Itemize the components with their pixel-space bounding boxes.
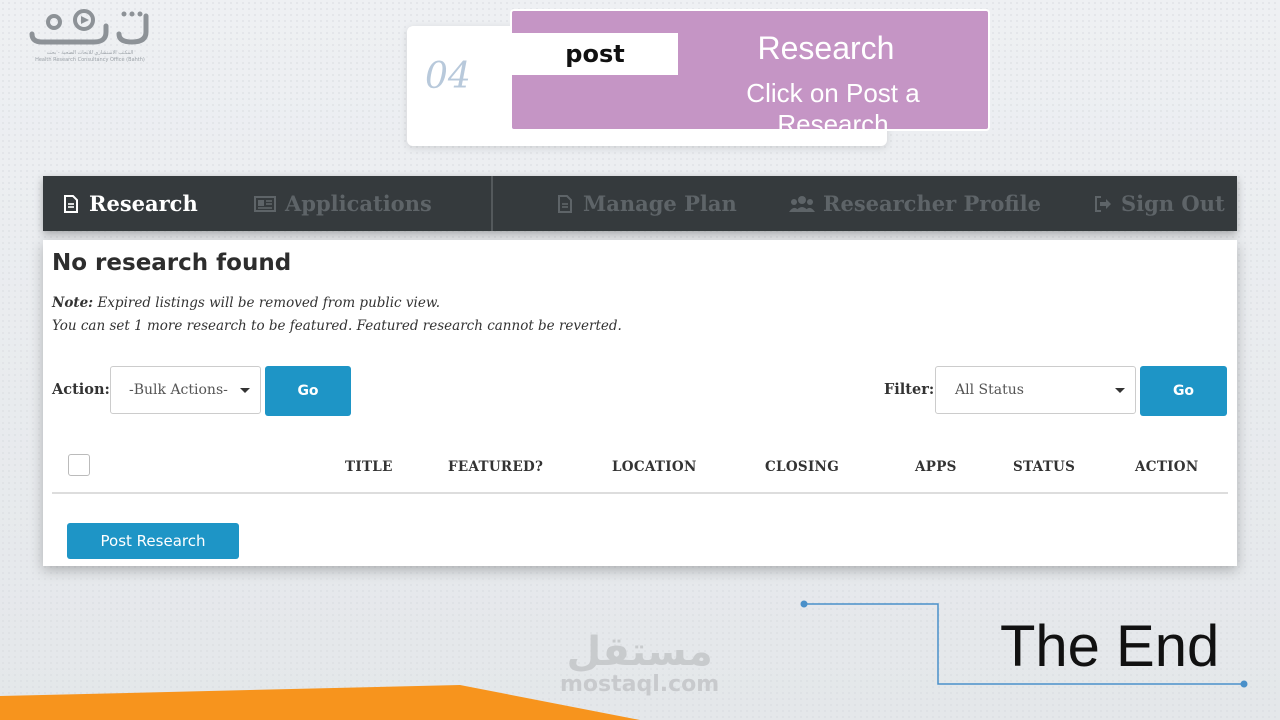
step-subtitle: Click on Post a Research	[746, 78, 920, 139]
select-all-checkbox[interactable]	[68, 454, 90, 476]
step-keyword: post	[512, 33, 678, 75]
logo-mark-icon	[29, 9, 149, 45]
step-title: Research	[757, 30, 895, 66]
column-featured[interactable]: FEATURED?	[448, 459, 543, 475]
post-research-button[interactable]: Post Research	[67, 523, 239, 559]
document-icon	[558, 194, 572, 213]
column-title[interactable]: TITLE	[345, 459, 393, 475]
logo-tagline-arabic: المكتب الاستشاري للأبحاث الصحية - بحث	[46, 50, 134, 56]
nav-item-applications[interactable]: Applications	[253, 176, 432, 231]
nav-label-applications: Applications	[285, 191, 432, 216]
table-header: TITLE FEATURED? LOCATION CLOSING APPS ST…	[52, 452, 1228, 494]
the-end-text: The End	[1000, 614, 1220, 679]
bulk-actions-value: -Bulk Actions-	[129, 382, 228, 398]
action-label: Action:	[52, 381, 110, 398]
research-panel: No research found Note: Expired listings…	[43, 240, 1237, 566]
nav-item-manage-plan[interactable]: Manage Plan	[555, 176, 737, 231]
column-action[interactable]: ACTION	[1135, 459, 1198, 475]
watermark-arabic: مستقل	[566, 629, 713, 675]
top-nav: Research Applications Manage Plan Resear…	[43, 176, 1237, 231]
status-filter-select[interactable]: All Status	[935, 366, 1136, 414]
nav-label-manage-plan: Manage Plan	[583, 191, 737, 216]
nav-item-research[interactable]: Research	[61, 176, 198, 231]
logo-tagline: المكتب الاستشاري للأبحاث الصحية - بحث He…	[10, 50, 170, 64]
nav-item-sign-out[interactable]: Sign Out	[1093, 176, 1225, 231]
sign-out-icon	[1095, 195, 1111, 212]
bulk-go-button[interactable]: Go	[265, 366, 351, 416]
nav-label-research: Research	[89, 191, 198, 216]
column-closing[interactable]: CLOSING	[765, 459, 839, 475]
bahth-logo: المكتب الاستشاري للأبحاث الصحية - بحث He…	[10, 6, 170, 64]
chevron-down-icon	[240, 388, 250, 393]
chevron-down-icon	[1115, 388, 1125, 393]
note-label: Note:	[52, 295, 94, 311]
column-status[interactable]: STATUS	[1013, 459, 1075, 475]
note-text: Note: Expired listings will be removed f…	[52, 292, 622, 338]
bulk-actions-select[interactable]: -Bulk Actions-	[110, 366, 261, 414]
column-apps[interactable]: APPS	[915, 459, 957, 475]
orange-footer-band	[0, 685, 640, 720]
id-card-icon	[254, 195, 276, 212]
filter-label: Filter:	[884, 381, 935, 398]
users-icon	[789, 195, 815, 212]
nav-item-researcher-profile[interactable]: Researcher Profile	[789, 176, 1041, 231]
nav-divider	[491, 176, 493, 231]
note-line-2: You can set 1 more research to be featur…	[52, 318, 622, 334]
nav-label-sign-out: Sign Out	[1121, 191, 1225, 216]
panel-title: No research found	[52, 250, 292, 276]
status-filter-value: All Status	[955, 382, 1024, 398]
note-line-1: Expired listings will be removed from pu…	[97, 295, 441, 311]
document-icon	[64, 194, 78, 213]
step-number: 04	[425, 56, 471, 97]
filter-go-button[interactable]: Go	[1140, 366, 1227, 416]
column-location[interactable]: LOCATION	[612, 459, 697, 475]
nav-label-researcher-profile: Researcher Profile	[823, 191, 1041, 216]
logo-tagline-english: Health Research Consultancy Office (Baht…	[35, 57, 145, 63]
